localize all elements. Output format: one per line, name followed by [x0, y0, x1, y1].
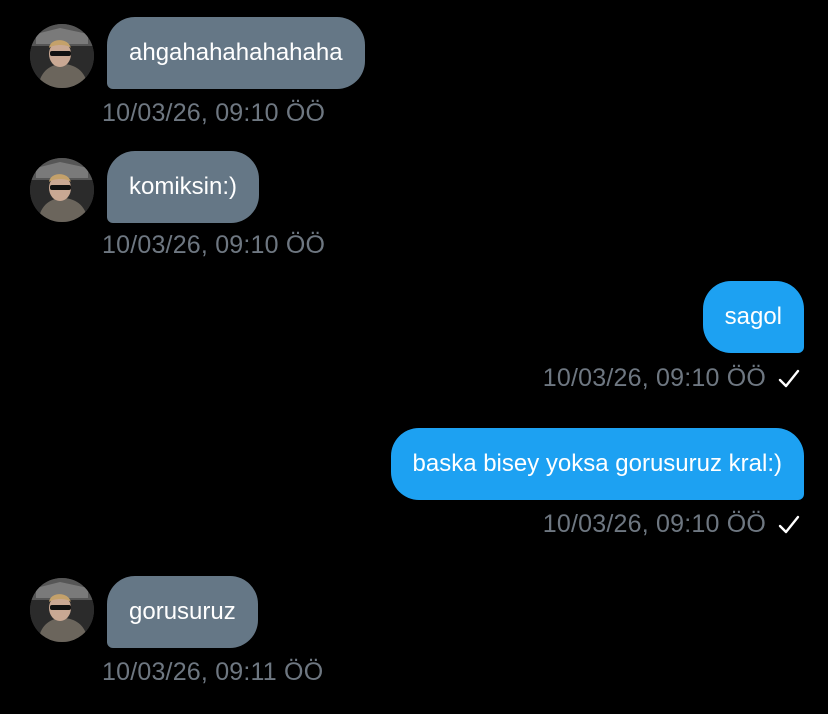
message-timestamp: 10/03/26, 09:10 ÖÖ: [102, 99, 326, 127]
message-row: ahgahahahahahaha 10/03/26, 09:10 ÖÖ: [0, 14, 828, 134]
message-meta: 10/03/26, 09:10 ÖÖ: [543, 364, 802, 393]
conversation-view: ahgahahahahahaha 10/03/26, 09:10 ÖÖ komi…: [0, 0, 828, 714]
avatar-photo: [30, 158, 94, 222]
avatar-photo: [30, 24, 94, 88]
message-bubble[interactable]: sagol: [702, 281, 804, 353]
message-timestamp: 10/03/26, 09:10 ÖÖ: [102, 231, 326, 259]
avatar[interactable]: [30, 578, 94, 642]
checkmark-icon: [778, 369, 800, 387]
message-row: baska bisey yoksa gorusuruz kral:) 10/03…: [0, 428, 828, 548]
message-text: komiksin:): [129, 173, 238, 200]
avatar-photo: [30, 578, 94, 642]
message-row: gorusuruz 10/03/26, 09:11 ÖÖ: [0, 574, 828, 694]
message-timestamp: 10/03/26, 09:11 ÖÖ: [102, 658, 324, 686]
message-timestamp: 10/03/26, 09:10 ÖÖ: [542, 510, 766, 538]
message-row: komiksin:) 10/03/26, 09:10 ÖÖ: [0, 148, 828, 268]
message-text: ahgahahahahahaha: [129, 39, 343, 66]
message-bubble[interactable]: komiksin:): [107, 151, 260, 223]
message-bubble[interactable]: baska bisey yoksa gorusuruz kral:): [390, 428, 804, 500]
message-bubble[interactable]: gorusuruz: [107, 576, 258, 648]
message-text: baska bisey yoksa gorusuruz kral:): [412, 450, 783, 477]
avatar[interactable]: [30, 158, 94, 222]
message-row: sagol 10/03/26, 09:10 ÖÖ: [0, 281, 828, 401]
message-meta: 10/03/26, 09:10 ÖÖ: [543, 510, 802, 539]
checkmark-icon: [778, 515, 800, 533]
message-timestamp: 10/03/26, 09:10 ÖÖ: [542, 364, 766, 392]
message-text: sagol: [724, 303, 782, 330]
message-text: gorusuruz: [129, 598, 236, 625]
avatar[interactable]: [30, 24, 94, 88]
message-bubble[interactable]: ahgahahahahahaha: [107, 17, 365, 89]
